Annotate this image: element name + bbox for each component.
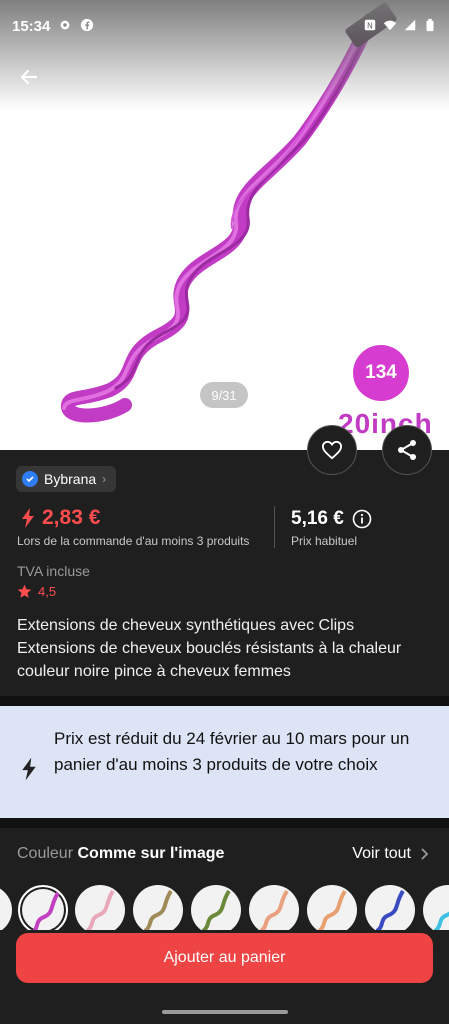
product-page: 134 20inch 9/31 15:34 N Bybrana › 2,83 €… [0, 0, 449, 1024]
color-swatch[interactable] [133, 885, 183, 930]
chevron-right-icon [421, 848, 429, 860]
favorite-button[interactable] [307, 425, 357, 475]
seller-chip[interactable]: Bybrana › [16, 466, 117, 492]
regular-price-value: 5,16 € [291, 508, 344, 529]
image-badge: 134 [353, 345, 409, 401]
section-divider [0, 818, 449, 828]
back-arrow-icon [20, 69, 38, 85]
home-indicator[interactable] [162, 1010, 288, 1014]
swatch-image [317, 889, 347, 930]
sale-price-value: 2,83 € [42, 506, 101, 529]
swatch-image [201, 889, 231, 930]
seller-name: Bybrana [44, 471, 97, 487]
product-image-gallery[interactable]: 134 20inch 9/31 [0, 0, 449, 450]
color-swatch[interactable] [423, 885, 449, 930]
nfc-icon: N [364, 19, 376, 31]
share-icon [398, 440, 416, 460]
swatch-image [32, 891, 60, 930]
color-selector-header: Couleur Comme sur l'image [17, 845, 224, 863]
verified-icon [22, 471, 38, 487]
sale-price: 2,83 € [20, 506, 100, 530]
color-swatch[interactable] [307, 885, 357, 930]
color-swatch[interactable] [365, 885, 415, 930]
price-divider [274, 506, 275, 548]
see-all-label: Voir tout [352, 845, 411, 862]
facebook-icon [80, 18, 94, 32]
wifi-icon [383, 20, 397, 31]
swatch-image [143, 889, 173, 930]
lightning-icon [22, 757, 36, 781]
swatch-image [433, 911, 449, 930]
promo-text: Prix est réduit du 24 février au 10 mars… [54, 729, 410, 774]
promo-banner[interactable]: Prix est réduit du 24 février au 10 mars… [0, 706, 449, 818]
chevron-right-icon: › [102, 472, 107, 486]
svg-text:N: N [367, 22, 373, 31]
settings-icon [60, 20, 70, 30]
status-bar: 15:34 N [0, 0, 449, 56]
rating-value: 4,5 [38, 584, 57, 599]
color-swatch[interactable] [249, 885, 299, 930]
swatch-image [259, 889, 289, 930]
color-selected-value: Comme sur l'image [77, 845, 225, 862]
share-button[interactable] [382, 425, 432, 475]
signal-icon [404, 19, 416, 31]
vat-text: TVA incluse [17, 563, 90, 579]
lightning-icon [22, 508, 34, 528]
swatch-image [375, 889, 405, 930]
section-divider [0, 696, 449, 706]
sale-price-note: Lors de la commande d'au moins 3 produit… [17, 534, 250, 548]
color-swatch[interactable] [191, 885, 241, 930]
see-all-button[interactable]: Voir tout [352, 845, 429, 863]
color-label: Couleur [17, 845, 74, 862]
star-icon [17, 584, 32, 598]
color-swatch-selected[interactable] [18, 885, 68, 930]
product-title: Extensions de cheveux synthétiques avec … [17, 617, 402, 680]
info-icon[interactable] [352, 509, 372, 529]
add-to-cart-button[interactable]: Ajouter au panier [16, 933, 433, 983]
regular-price: 5,16 € [291, 508, 372, 530]
regular-price-note: Prix habituel [291, 534, 358, 548]
status-time: 15:34 [12, 18, 51, 35]
rating[interactable]: 4,5 [17, 584, 56, 599]
heart-icon [321, 440, 343, 460]
color-swatches [0, 880, 449, 930]
battery-icon [426, 18, 434, 32]
back-button[interactable] [14, 62, 44, 92]
color-swatch[interactable] [75, 885, 125, 930]
swatch-image [85, 889, 115, 930]
color-swatch[interactable] [0, 885, 12, 930]
image-pager: 9/31 [200, 382, 248, 408]
